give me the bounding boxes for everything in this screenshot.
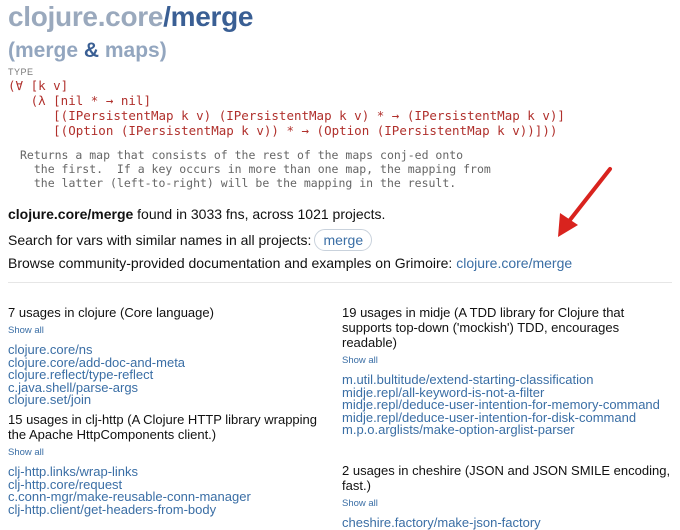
- show-all-link[interactable]: Show all: [8, 445, 318, 460]
- usage-group-title: 19 usages in midje (A TDD library for Cl…: [342, 305, 625, 350]
- docstring: Returns a map that consists of the rest …: [20, 148, 491, 190]
- function-name: merge: [170, 1, 254, 32]
- type-signature-line: (∀ [k v]: [8, 78, 69, 93]
- docstring-line: the latter (left-to-right) will be the m…: [20, 176, 457, 190]
- usage-link[interactable]: clj-http.client/get-headers-from-body: [8, 503, 318, 517]
- type-label: TYPE: [8, 67, 34, 77]
- usage-group-midje: 19 usages in midje (A TDD library for Cl…: [342, 305, 672, 437]
- red-arrow-annotation: [558, 167, 612, 237]
- summary-var: clojure.core/merge: [8, 206, 134, 222]
- show-all-link[interactable]: Show all: [8, 323, 318, 338]
- type-signature-line: [(Option (IPersistentMap k v)) * → (Opti…: [8, 123, 558, 138]
- docstring-line: Returns a map that consists of the rest …: [20, 148, 464, 162]
- grimoire-link[interactable]: clojure.core/merge: [456, 255, 572, 271]
- usage-list: m.util.bultitude/extend-starting-classif…: [342, 373, 672, 437]
- usage-group-cheshire: 2 usages in cheshire (JSON and JSON SMIL…: [342, 463, 672, 530]
- usage-list: clj-http.links/wrap-links clj-http.core/…: [8, 465, 318, 517]
- arglist-close: maps): [104, 39, 167, 62]
- show-all-link[interactable]: Show all: [342, 353, 672, 368]
- grimoire-line: Browse community-provided documentation …: [8, 253, 572, 273]
- grimoire-text: Browse community-provided documentation …: [8, 255, 453, 271]
- similar-search-text: Search for vars with similar names in al…: [8, 232, 312, 248]
- type-signature-line: [(IPersistentMap k v) (IPersistentMap k …: [8, 108, 565, 123]
- usage-group-clj-http: 15 usages in clj-http (A Clojure HTTP li…: [8, 412, 318, 516]
- usage-link[interactable]: m.p.o.arglists/make-option-arglist-parse…: [342, 423, 672, 437]
- similar-search-button[interactable]: merge: [314, 229, 373, 251]
- docstring-line: the first. If a key occurs in more than …: [20, 162, 491, 176]
- arglist-amp: &: [78, 39, 105, 62]
- usage-summary: clojure.core/merge found in 3033 fns, ac…: [8, 204, 385, 224]
- similar-search-line: Search for vars with similar names in al…: [8, 229, 373, 251]
- type-signature-line: (λ [nil * → nil]: [8, 93, 151, 108]
- arglist: (merge & maps): [8, 38, 167, 64]
- usage-list: cheshire.factory/make-json-factory: [342, 516, 672, 530]
- usage-group-clojure: 7 usages in clojure (Core language) Show…: [8, 305, 318, 407]
- page-title: clojure.core/merge: [8, 0, 253, 34]
- arglist-open: (merge: [8, 39, 79, 62]
- section-divider: [8, 282, 672, 283]
- usage-group-title: 7 usages in clojure (Core language): [8, 305, 214, 320]
- namespace-name: clojure.core: [8, 1, 164, 32]
- summary-text: found in 3033 fns, across 1021 projects.: [133, 206, 386, 222]
- namespace-separator: /: [163, 1, 171, 32]
- usage-link[interactable]: clojure.set/join: [8, 393, 318, 407]
- usage-group-title: 2 usages in cheshire (JSON and JSON SMIL…: [342, 463, 671, 493]
- usage-group-title: 15 usages in clj-http (A Clojure HTTP li…: [8, 412, 318, 442]
- type-signature: (∀ [k v] (λ [nil * → nil] [(IPersistentM…: [8, 78, 565, 138]
- usage-link[interactable]: cheshire.factory/make-json-factory: [342, 516, 672, 530]
- usage-list: clojure.core/ns clojure.core/add-doc-and…: [8, 343, 318, 407]
